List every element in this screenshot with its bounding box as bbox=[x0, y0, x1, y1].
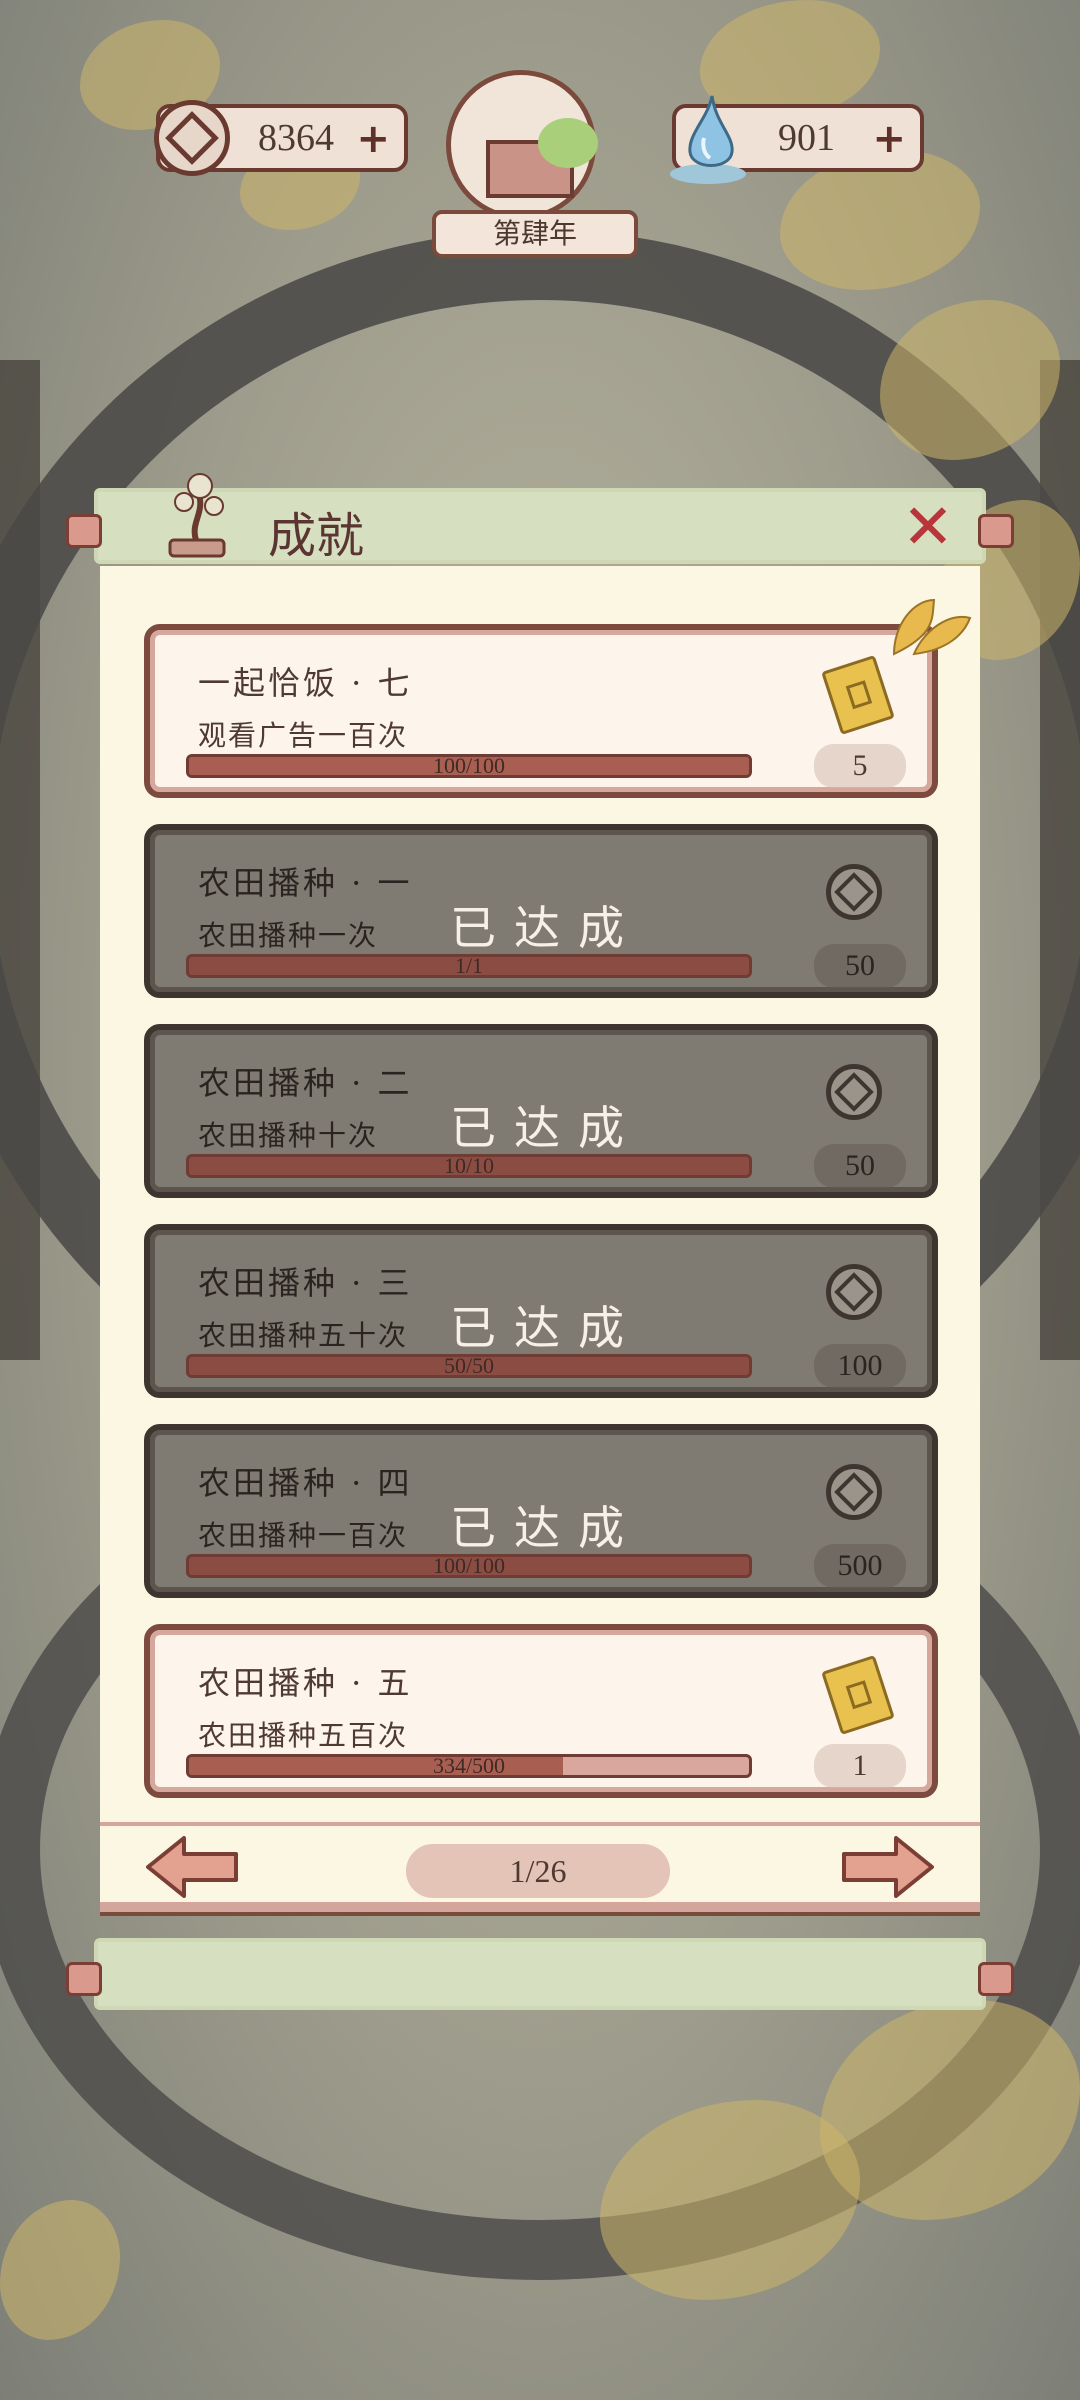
panel-footer-scroll bbox=[66, 1938, 1014, 2010]
reward-amount: 50 bbox=[814, 1144, 906, 1188]
spirit-water-amount: 901 bbox=[778, 117, 835, 159]
achievement-name: 农田播种 · 三 bbox=[198, 1264, 413, 1302]
achievement-card[interactable]: 农田播种 · 五农田播种五百次 334/500 1 bbox=[144, 1624, 938, 1798]
achievement-name: 农田播种 · 一 bbox=[198, 864, 413, 902]
water-drop-icon bbox=[670, 95, 746, 184]
reward-amount: 50 bbox=[814, 944, 906, 988]
completed-stamp: 已达成 bbox=[450, 1301, 642, 1355]
achievements-panel: 一起恰饭 · 七观看广告一百次 100/100 5 农田播种 · 一农田播种一次 1/1… bbox=[100, 566, 980, 1916]
achievement-description: 农田播种一次 bbox=[198, 919, 379, 952]
progress-text: 334/500 bbox=[432, 1753, 506, 1778]
achievement-card[interactable]: 农田播种 · 四农田播种一百次 100/100 已达成 500 bbox=[144, 1424, 938, 1598]
page-indicator: 1/26 bbox=[406, 1844, 670, 1898]
copper-coin-amount: 8364 bbox=[258, 117, 334, 159]
coin-icon bbox=[822, 1060, 886, 1124]
panel-title: 成就 bbox=[268, 508, 365, 564]
next-page-button[interactable] bbox=[836, 1834, 936, 1900]
achievement-name: 一起恰饭 · 七 bbox=[198, 664, 413, 702]
reward-amount: 100 bbox=[814, 1344, 906, 1388]
close-button[interactable]: ✕ bbox=[896, 496, 960, 560]
prev-page-button[interactable] bbox=[144, 1834, 244, 1900]
year-label: 第肆年 bbox=[432, 210, 638, 258]
achievement-description: 农田播种一百次 bbox=[198, 1519, 409, 1552]
achievement-description: 农田播种五十次 bbox=[198, 1319, 409, 1352]
bonsai-icon bbox=[168, 473, 226, 558]
add-water-icon[interactable]: + bbox=[872, 116, 906, 162]
completed-stamp: 已达成 bbox=[450, 901, 642, 955]
copper-coin-icon bbox=[154, 100, 230, 176]
progress-text: 100/100 bbox=[432, 753, 506, 778]
ticket-icon bbox=[821, 654, 895, 736]
pager-divider bbox=[100, 1822, 980, 1826]
achievement-description: 农田播种十次 bbox=[198, 1119, 379, 1152]
ginkgo-leaf-icon bbox=[892, 598, 972, 656]
completed-stamp: 已达成 bbox=[450, 1101, 642, 1155]
achievement-card[interactable]: 农田播种 · 一农田播种一次 1/1 已达成 50 bbox=[144, 824, 938, 998]
completed-stamp: 已达成 bbox=[450, 1501, 642, 1555]
reward-amount: 1 bbox=[814, 1744, 906, 1788]
coin-icon bbox=[822, 860, 886, 924]
achievement-description: 观看广告一百次 bbox=[198, 719, 409, 752]
close-icon: ✕ bbox=[902, 490, 954, 563]
add-coins-icon[interactable]: + bbox=[356, 116, 390, 162]
achievement-name: 农田播种 · 四 bbox=[198, 1464, 413, 1502]
achievement-name: 农田播种 · 五 bbox=[198, 1664, 413, 1702]
achievement-description: 农田播种五百次 bbox=[198, 1719, 409, 1752]
achievement-card[interactable]: 农田播种 · 二农田播种十次 10/10 已达成 50 bbox=[144, 1024, 938, 1198]
achievements-header: 成就 ✕ bbox=[66, 473, 1014, 564]
achievement-card[interactable]: 一起恰饭 · 七观看广告一百次 100/100 5 bbox=[144, 624, 938, 798]
coin-icon bbox=[822, 1460, 886, 1524]
ticket-icon bbox=[821, 1654, 895, 1736]
achievement-card[interactable]: 农田播种 · 三农田播种五十次 50/50 已达成 100 bbox=[144, 1224, 938, 1398]
achievement-name: 农田播种 · 二 bbox=[198, 1064, 413, 1102]
coin-icon bbox=[822, 1260, 886, 1324]
reward-amount: 5 bbox=[814, 744, 906, 788]
reward-amount: 500 bbox=[814, 1544, 906, 1588]
